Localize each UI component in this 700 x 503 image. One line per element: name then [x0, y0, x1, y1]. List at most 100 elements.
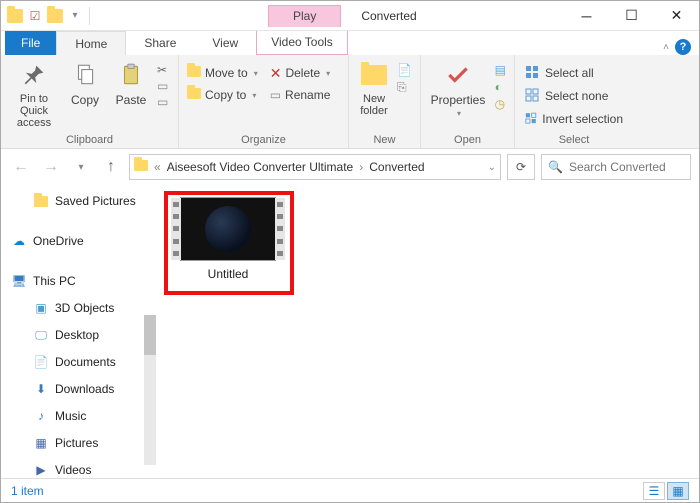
search-box[interactable]: 🔍	[541, 154, 691, 180]
file-name[interactable]: Untitled	[172, 267, 284, 281]
pin-quick-access-button[interactable]: Pin to Quick access	[9, 59, 59, 129]
chevron-icon: «	[152, 160, 163, 174]
thumbnails-view-button[interactable]: ▦	[667, 482, 689, 500]
tree-3d-objects[interactable]: ▣ 3D Objects	[9, 298, 154, 318]
qat-dropdown-icon[interactable]: ▾	[67, 8, 83, 24]
tree-label: OneDrive	[33, 234, 84, 248]
tree-label: Videos	[55, 463, 91, 477]
edit-icon[interactable]: ◐	[495, 80, 506, 94]
address-dropdown-icon[interactable]: ⌄	[488, 162, 496, 173]
invert-selection-button[interactable]: Invert selection	[525, 109, 623, 129]
easy-access-icon[interactable]: ⎘	[397, 80, 412, 95]
file-item[interactable]: Untitled	[172, 197, 284, 281]
history-icon[interactable]: ◷	[495, 97, 506, 111]
close-button[interactable]: ✕	[654, 1, 699, 31]
properties-qat-icon[interactable]: ☑	[27, 8, 43, 24]
select-none-label: Select none	[545, 89, 608, 103]
tree-downloads[interactable]: ⬇Downloads	[9, 379, 154, 399]
help-icon[interactable]: ?	[675, 39, 691, 55]
3d-icon: ▣	[33, 300, 49, 316]
film-sprockets-icon	[171, 198, 181, 260]
tab-view[interactable]: View	[194, 31, 256, 55]
videos-icon: ▶	[33, 462, 49, 478]
select-all-button[interactable]: Select all	[525, 63, 623, 83]
new-folder-qat-icon[interactable]	[47, 8, 63, 24]
downloads-icon: ⬇	[33, 381, 49, 397]
select-all-icon	[525, 65, 541, 81]
tree-saved-pictures[interactable]: Saved Pictures	[9, 191, 154, 211]
group-label-open: Open	[429, 134, 506, 146]
cut-icon[interactable]: ✂	[157, 63, 168, 77]
open-icon[interactable]: ▤	[495, 63, 506, 77]
select-none-button[interactable]: Select none	[525, 86, 623, 106]
properties-button[interactable]: Properties	[429, 59, 487, 118]
group-label-select: Select	[523, 134, 625, 146]
delete-button[interactable]: ✕Delete	[270, 63, 331, 83]
tab-file[interactable]: File	[5, 31, 56, 55]
nav-tree[interactable]: Saved Pictures ☁ OneDrive 🖥This PC ▣ 3D Ob…	[1, 185, 156, 480]
copy-icon	[69, 59, 101, 91]
breadcrumb-seg1[interactable]: Aiseesoft Video Converter Ultimate	[167, 160, 354, 174]
minimize-button[interactable]: ─	[564, 1, 609, 31]
ribbon-collapse-icon[interactable]: ˄	[663, 42, 669, 53]
copy-path-icon[interactable]: ▭	[157, 79, 168, 93]
group-label-clipboard: Clipboard	[9, 134, 170, 146]
pin-label: Pin to Quick access	[9, 93, 59, 129]
onedrive-icon: ☁	[11, 233, 27, 249]
tree-label: Desktop	[55, 328, 99, 342]
tab-share[interactable]: Share	[126, 31, 194, 55]
rename-button[interactable]: ▭ Rename	[270, 85, 331, 105]
tree-videos[interactable]: ▶ Videos	[9, 460, 154, 480]
rename-label: Rename	[285, 88, 330, 102]
tree-this-pc[interactable]: 🖥This PC	[9, 271, 154, 291]
back-button[interactable]: ←	[9, 155, 33, 179]
tab-video-tools[interactable]: Video Tools	[256, 31, 348, 55]
tree-label: Music	[55, 409, 86, 423]
breadcrumb-seg2[interactable]: Converted	[369, 160, 424, 174]
move-label: Move to	[205, 66, 248, 80]
properties-label: Properties	[431, 93, 486, 107]
folder-icon	[7, 8, 23, 24]
copy-button[interactable]: Copy	[65, 59, 105, 107]
tree-music[interactable]: ♪Music	[9, 406, 154, 426]
forward-button[interactable]: →	[39, 155, 63, 179]
title-bar: ☑ ▾ Play Converted ─ ☐ ✕	[1, 1, 699, 31]
tree-label: Documents	[55, 355, 116, 369]
new-folder-button[interactable]: New folder	[357, 59, 391, 117]
refresh-button[interactable]: ⟳	[507, 154, 535, 180]
group-label-new: New	[357, 134, 412, 146]
tree-onedrive[interactable]: ☁ OneDrive	[9, 231, 154, 251]
new-folder-icon	[358, 59, 390, 91]
paste-shortcut-icon[interactable]: ▭	[157, 95, 168, 109]
separator	[89, 7, 90, 25]
up-button[interactable]: ↑	[99, 155, 123, 179]
address-bar[interactable]: « Aiseesoft Video Converter Ultimate › C…	[129, 154, 501, 180]
rename-icon: ▭	[270, 88, 281, 102]
maximize-button[interactable]: ☐	[609, 1, 654, 31]
tab-home[interactable]: Home	[56, 31, 126, 55]
invert-label: Invert selection	[542, 112, 623, 126]
tree-desktop[interactable]: 🖵Desktop	[9, 325, 154, 345]
tree-scrollbar[interactable]	[144, 315, 156, 465]
select-all-label: Select all	[545, 66, 594, 80]
details-view-button[interactable]: ☰	[643, 482, 665, 500]
scrollbar-thumb[interactable]	[144, 315, 156, 355]
paste-button[interactable]: Paste	[111, 59, 151, 107]
window-title: Converted	[361, 9, 416, 23]
new-item-icon[interactable]: 📄	[397, 63, 412, 77]
copy-to-button[interactable]: Copy to	[187, 85, 258, 105]
tree-pictures[interactable]: ▦Pictures	[9, 433, 154, 453]
tree-label: 3D Objects	[55, 301, 114, 315]
chevron-right-icon[interactable]: ›	[357, 160, 365, 174]
pictures-icon: ▦	[33, 435, 49, 451]
ribbon-tabs: File Home Share View Video Tools ˄ ?	[1, 31, 699, 55]
search-input[interactable]	[569, 160, 684, 174]
move-to-button[interactable]: Move to	[187, 63, 258, 83]
history-dropdown[interactable]: ▾	[69, 155, 93, 179]
film-sprockets-icon	[275, 198, 285, 260]
file-pane[interactable]: Untitled	[156, 185, 699, 480]
pc-icon: 🖥	[11, 273, 27, 289]
context-tab-play[interactable]: Play	[268, 5, 341, 27]
tree-documents[interactable]: 📄Documents	[9, 352, 154, 372]
status-bar: 1 item ☰ ▦	[1, 478, 699, 502]
